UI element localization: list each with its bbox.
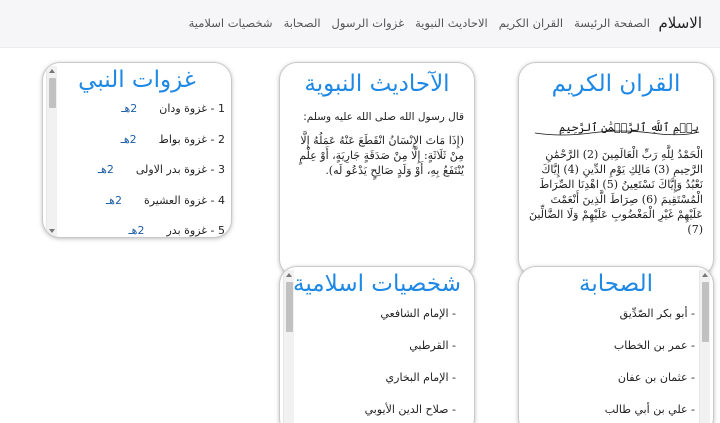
list-item: 2 - غزوة بواط 2هـ [55, 133, 225, 164]
bismillah-calligraphy: بِسۡمِ ٱللَّهِ ٱلرَّحۡمَٰنِ ٱلرَّحِيمِ [534, 120, 700, 136]
battle-label: 3 - غزوة بدر الاولى [135, 163, 225, 176]
list-item: - صلاح الدين الأيوبي [364, 403, 456, 416]
battle-label: 1 - غزوة ودان [159, 102, 225, 115]
hadith-text: (إِذَا مَاتَ الإِنْسَانُ انْقَطَعَ عَنْه… [299, 134, 464, 177]
companions-card-title: الصحابة [579, 271, 653, 297]
hadith-card: الآحاديث النبوية قال رسول الله صلى الله … [279, 62, 475, 277]
list-item: 1 - غزوة ودان 2هـ [55, 102, 225, 133]
companions-scrollbar[interactable] [699, 270, 710, 423]
figures-list: - الإمام الشافعي - القرطبي - الإمام البخ… [296, 307, 456, 423]
quran-verses: الْحَمْدُ لِلَّهِ رَبِّ الْعَالَمِينَ (2… [528, 148, 703, 236]
list-item: - أبو بكر الصّدِّيق [619, 307, 695, 320]
battle-date: 2هـ [128, 224, 145, 237]
scroll-up-icon[interactable] [286, 273, 292, 277]
battles-card-title: غزوات النبي [78, 67, 196, 93]
nav-link-quran[interactable]: القران الكريم [499, 16, 563, 30]
battles-list: 1 - غزوة ودان 2هـ 2 - غزوة بواط 2هـ 3 - … [55, 102, 225, 237]
list-item: - عمر بن الخطاب [613, 339, 695, 352]
quran-card-title: القران الكريم [551, 71, 681, 97]
list-item: - عثمان بن عفان [617, 371, 695, 384]
list-item: - علي بن أبي طالب [604, 403, 695, 416]
list-item: 5 - غزوة بدر 2هـ [55, 224, 225, 237]
scrollbar-thumb[interactable] [286, 282, 293, 332]
list-item: 3 - غزوة بدر الاولى 2هـ [55, 163, 225, 194]
list-item: - الإمام البخاري [385, 371, 456, 384]
list-item: - الإمام الشافعي [380, 307, 456, 320]
battle-date: 2هـ [121, 102, 138, 115]
bismillah-text: بِسۡمِ ٱللَّهِ ٱلرَّحۡمَٰنِ ٱلرَّحِيمِ [559, 120, 699, 135]
hadith-card-title: الآحاديث النبوية [304, 71, 450, 97]
battle-date: 2هـ [105, 193, 122, 207]
battle-label: 4 - غزوة العشيرة [143, 193, 225, 207]
nav-link-figures[interactable]: شخصيات اسلامية [189, 16, 273, 30]
figures-scrollbar[interactable] [283, 270, 294, 423]
nav-link-home[interactable]: الصفحة الرئيسة [574, 16, 650, 30]
nav-link-battles[interactable]: غزوات الرسول [332, 16, 405, 30]
companions-card: الصحابة - أبو بكر الصّدِّيق - عمر بن الخ… [518, 266, 714, 423]
battle-label: 2 - غزوة بواط [158, 132, 225, 146]
battles-card: غزوات النبي 1 - غزوة ودان 2هـ 2 - غزوة ب… [42, 62, 232, 238]
scrollbar-thumb[interactable] [702, 282, 709, 342]
scroll-up-icon[interactable] [49, 69, 55, 73]
nav-link-hadith[interactable]: الاحاديث النبوية [415, 16, 488, 30]
battle-label: 5 - غزوة بدر [166, 224, 225, 237]
nav-link-companions[interactable]: الصحابة [284, 16, 321, 30]
list-item: 4 - غزوة العشيرة 2هـ [55, 194, 225, 225]
list-item: - القرطبي [409, 339, 456, 352]
hadith-intro: قال رسول الله صلى الله عليه وسلم: [303, 111, 464, 123]
figures-card-title: شخصيات اسلامية [293, 271, 461, 297]
top-navbar: الاسلام الصفحة الرئيسة القران الكريم الا… [0, 0, 720, 48]
battle-date: 2هـ [97, 163, 114, 176]
nav-links: الصفحة الرئيسة القران الكريم الاحاديث ال… [189, 16, 650, 30]
figures-card: شخصيات اسلامية - الإمام الشافعي - القرطب… [279, 266, 475, 423]
battle-date: 2هـ [120, 132, 137, 146]
companions-list: - أبو بكر الصّدِّيق - عمر بن الخطاب - عث… [535, 307, 695, 423]
quran-card: القران الكريم بِسۡمِ ٱللَّهِ ٱلرَّحۡمَٰن… [518, 62, 714, 277]
brand-logo[interactable]: الاسلام [658, 14, 702, 32]
scroll-up-icon[interactable] [702, 273, 708, 277]
